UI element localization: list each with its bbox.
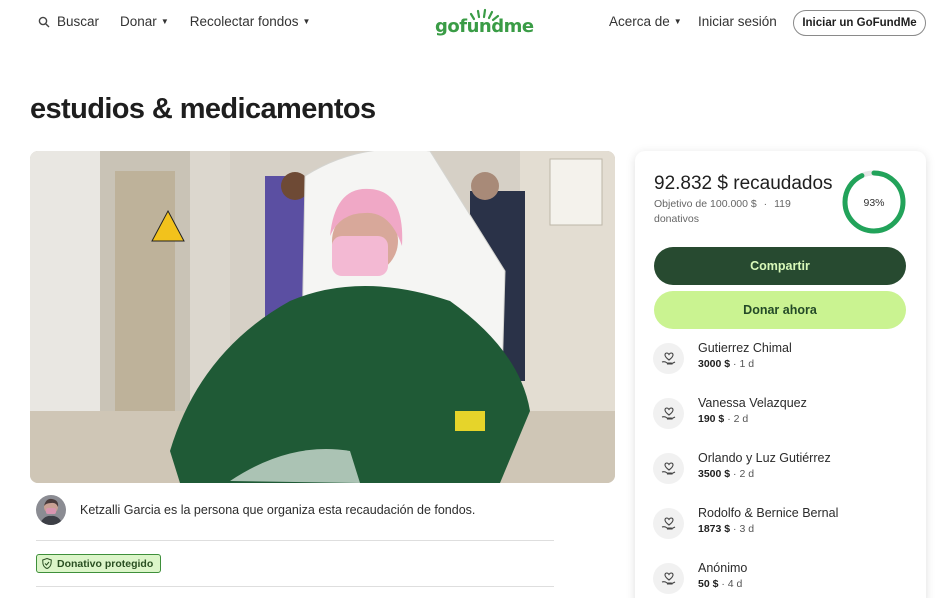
meta-separator: ·: [724, 413, 734, 425]
donor-meta: 50 $ · 4 d: [698, 578, 747, 590]
fundraise-menu-label: Recolectar fondos: [189, 14, 299, 29]
donor-amount: 50 $: [698, 578, 719, 590]
divider: [36, 540, 554, 541]
site-header: Buscar Donar ▼ Recolectar fondos ▼ gofun…: [0, 0, 948, 46]
chevron-down-icon: ▼: [160, 17, 169, 26]
heart-hand-icon: [661, 516, 675, 530]
search-link[interactable]: Buscar: [38, 14, 99, 29]
goal-text: Objetivo de 100.000 $: [654, 198, 757, 210]
progress-percent: 93%: [863, 197, 884, 209]
donor-name: Rodolfo & Bernice Bernal: [698, 506, 839, 520]
protected-donation-badge[interactable]: Donativo protegido: [36, 554, 162, 573]
donation-heart-hand-icon: [653, 398, 684, 429]
donor-item: Gutierrez Chimal 3000 $ · 1 d: [653, 341, 792, 374]
donor-item: Vanessa Velazquez 190 $ · 2 d: [653, 396, 807, 429]
donor-meta: 3500 $ · 2 d: [698, 468, 831, 480]
organizer-row: Ketzalli Garcia es la persona que organi…: [36, 495, 475, 525]
start-gofundme-button[interactable]: Iniciar un GoFundMe: [793, 10, 926, 36]
donor-meta: 3000 $ · 1 d: [698, 358, 792, 370]
progress-ring: 93%: [842, 170, 906, 234]
chevron-down-icon: ▼: [673, 17, 682, 26]
goal-summary: Objetivo de 100.000 $ · 119 donativos: [654, 197, 824, 227]
campaign-photo[interactable]: [30, 151, 615, 483]
fundraise-menu[interactable]: Recolectar fondos ▼: [190, 14, 311, 29]
login-label: Iniciar sesión: [698, 14, 777, 29]
donor-item: Orlando y Luz Gutiérrez 3500 $ · 2 d: [653, 451, 831, 484]
donor-amount: 3500 $: [698, 468, 731, 480]
logo-text: gofundme: [435, 16, 534, 37]
donation-heart-hand-icon: [653, 453, 684, 484]
donor-text: Anónimo 50 $ · 4 d: [698, 561, 747, 594]
donate-menu-label: Donar: [120, 14, 157, 29]
heart-hand-icon: [661, 406, 675, 420]
login-link[interactable]: Iniciar sesión: [698, 14, 777, 29]
gofundme-logo[interactable]: gofundme: [435, 8, 534, 38]
donor-text: Orlando y Luz Gutiérrez 3500 $ · 2 d: [698, 451, 831, 484]
donation-heart-hand-icon: [653, 343, 684, 374]
donor-time: 1 d: [739, 358, 755, 370]
donor-name: Anónimo: [698, 561, 748, 575]
heart-hand-icon: [661, 571, 675, 585]
avatar-image: [36, 495, 66, 525]
shield-icon: [42, 558, 52, 569]
meta-separator: ·: [718, 578, 728, 590]
donor-meta: 190 $ · 2 d: [698, 413, 807, 425]
photo-illustration: [30, 151, 615, 483]
avatar[interactable]: [36, 495, 66, 525]
donor-item: Rodolfo & Bernice Bernal 1873 $ · 3 d: [653, 506, 838, 539]
divider: [36, 586, 554, 587]
donor-name: Orlando y Luz Gutiérrez: [698, 451, 831, 465]
donor-time: 2 d: [733, 413, 749, 425]
donor-meta: 1873 $ · 3 d: [698, 523, 838, 535]
donor-time: 3 d: [739, 523, 755, 535]
donor-time: 2 d: [739, 468, 755, 480]
about-menu-label: Acerca de: [609, 14, 670, 29]
share-button[interactable]: Compartir: [654, 247, 906, 285]
donation-heart-hand-icon: [653, 508, 684, 539]
donation-card: 92.832 $ recaudados Objetivo de 100.000 …: [635, 151, 926, 598]
chevron-down-icon: ▼: [302, 17, 311, 26]
heart-hand-icon: [661, 351, 675, 365]
donor-time: 4 d: [727, 578, 743, 590]
protected-label: Donativo protegido: [57, 557, 154, 570]
donor-text: Gutierrez Chimal 3000 $ · 1 d: [698, 341, 792, 374]
donate-now-button[interactable]: Donar ahora: [654, 291, 906, 329]
separator-dot: ·: [763, 198, 768, 210]
donor-name: Vanessa Velazquez: [698, 396, 807, 410]
page-title: estudios & medicamentos: [30, 93, 376, 125]
donor-text: Vanessa Velazquez 190 $ · 2 d: [698, 396, 807, 429]
donor-text: Rodolfo & Bernice Bernal 1873 $ · 3 d: [698, 506, 838, 539]
donate-menu[interactable]: Donar ▼: [120, 14, 169, 29]
nav-left: Buscar Donar ▼ Recolectar fondos ▼: [38, 14, 331, 29]
organizer-text: Ketzalli Garcia es la persona que organi…: [80, 503, 476, 517]
search-label: Buscar: [57, 14, 100, 29]
donor-item: Anónimo 50 $ · 4 d: [653, 561, 747, 594]
donor-amount: 190 $: [698, 413, 725, 425]
donor-amount: 3000 $: [698, 358, 731, 370]
search-icon: [38, 16, 50, 27]
donor-amount: 1873 $: [698, 523, 731, 535]
donation-heart-hand-icon: [653, 563, 684, 594]
raised-amount: 92.832 $ recaudados: [654, 173, 833, 194]
donor-name: Gutierrez Chimal: [698, 341, 792, 355]
heart-hand-icon: [661, 461, 675, 475]
about-menu[interactable]: Acerca de ▼: [609, 14, 682, 29]
